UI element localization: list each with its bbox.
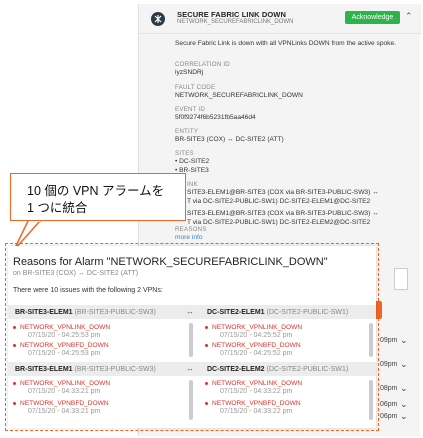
right-element: DC-SITE2-ELEM2 (DC-SITE2-PUBLIC-SW1) bbox=[207, 366, 349, 373]
scrollbar[interactable] bbox=[369, 380, 373, 420]
popup-subtitle: on BR-SITE3 (COX) ↔ DC-SITE2 (ATT) bbox=[13, 270, 139, 277]
issue-item[interactable]: NETWORK_VPNLINK_DOWN 07/15/20 - 04:25:52 … bbox=[205, 324, 375, 344]
issue-item[interactable]: NETWORK_VPNBFD_DOWN 07/15/20 - 04:25:52 p… bbox=[205, 342, 375, 362]
scrollbar[interactable] bbox=[189, 380, 193, 420]
left-element: BR-SITE3-ELEM1 (BR-SITE3-PUBLIC-SW3) bbox=[15, 366, 156, 373]
issue-item[interactable]: NETWORK_VPNLINK_DOWN 07/15/20 - 04:33:21 … bbox=[13, 380, 183, 400]
scrollbar[interactable] bbox=[369, 323, 373, 357]
popup-description: There were 10 issues with the following … bbox=[13, 287, 163, 294]
callout-text: 10 個の VPN アラームを 1 つに統合 bbox=[27, 184, 165, 216]
issue-item[interactable]: NETWORK_VPNLINK_DOWN 07/15/20 - 04:33:22 … bbox=[205, 380, 375, 400]
screen: { "alarm": { "title": "SECURE FABRIC LIN… bbox=[0, 0, 423, 438]
vpn-group-header: BR-SITE3-ELEM1 (BR-SITE3-PUBLIC-SW3) ↔ D… bbox=[8, 305, 376, 319]
annotation-callout: 10 個の VPN アラームを 1 つに統合 bbox=[10, 173, 186, 221]
vpn-group-header: BR-SITE3-ELEM1 (BR-SITE3-PUBLIC-SW3) ↔ D… bbox=[8, 362, 376, 376]
popup-title: Reasons for Alarm "NETWORK_SECUREFABRICL… bbox=[13, 256, 328, 268]
left-element: BR-SITE3-ELEM1 (BR-SITE3-PUBLIC-SW3) bbox=[15, 309, 156, 316]
reasons-popup: Reasons for Alarm "NETWORK_SECUREFABRICL… bbox=[8, 246, 376, 428]
issue-item[interactable]: NETWORK_VPNLINK_DOWN 07/15/20 - 04:25:53 … bbox=[13, 324, 183, 344]
issue-item[interactable]: NETWORK_VPNBFD_DOWN 07/15/20 - 04:33:22 p… bbox=[205, 400, 375, 420]
right-element: DC-SITE2-ELEM1 (DC-SITE2-PUBLIC-SW1) bbox=[207, 309, 349, 316]
issue-item[interactable]: NETWORK_VPNBFD_DOWN 07/15/20 - 04:25:53 p… bbox=[13, 342, 183, 362]
scrollbar[interactable] bbox=[189, 323, 193, 357]
bidirectional-arrow-icon: ↔ bbox=[186, 307, 194, 316]
issue-item[interactable]: NETWORK_VPNBFD_DOWN 07/15/20 - 04:33:21 p… bbox=[13, 400, 183, 420]
bidirectional-arrow-icon: ↔ bbox=[186, 364, 194, 373]
